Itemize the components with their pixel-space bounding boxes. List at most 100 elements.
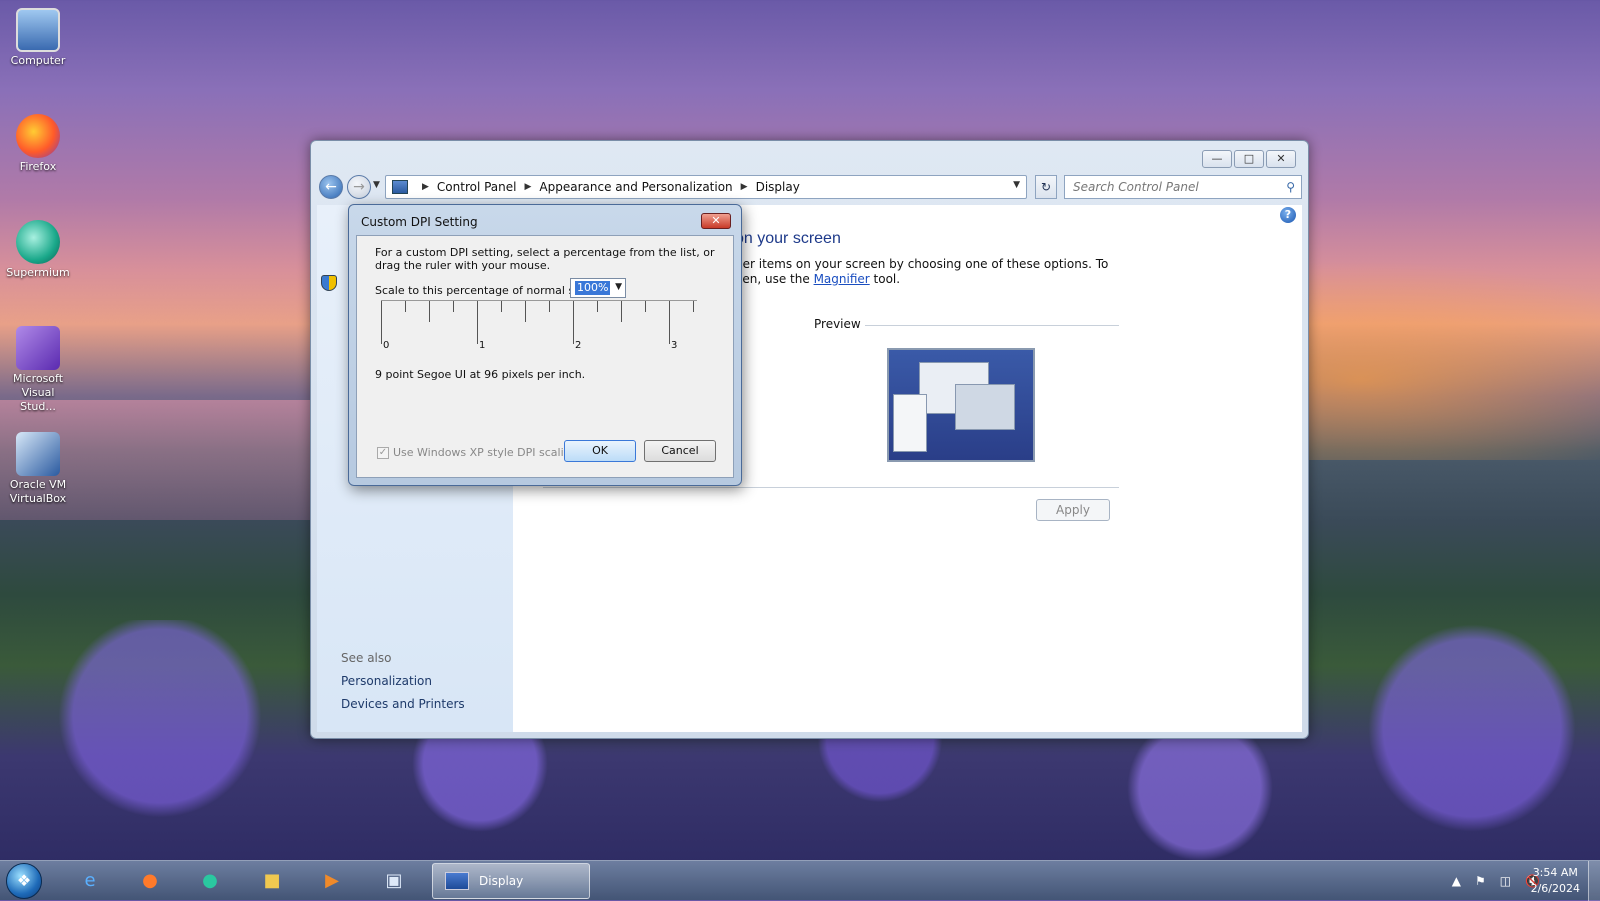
ruler-number: 1: [479, 340, 486, 351]
checkbox-check-icon[interactable]: ✓: [377, 446, 389, 459]
taskbar-display-button[interactable]: Display: [432, 863, 590, 899]
ruler-tick: [693, 300, 694, 312]
ruler-tick: [405, 300, 406, 312]
clock[interactable]: 3:54 AM 2/6/2024: [1531, 865, 1580, 897]
xp-scaling-checkbox[interactable]: ✓ Use Windows XP style DPI scaling: [377, 446, 578, 459]
windows-start-icon[interactable]: ❖: [6, 863, 42, 899]
ruler-number: 0: [383, 340, 390, 351]
ruler-number: 3: [671, 340, 678, 351]
ok-button[interactable]: OK: [564, 440, 636, 462]
ruler-tick: [645, 300, 646, 312]
maximize-icon[interactable]: □: [1234, 150, 1264, 168]
chevron-down-icon[interactable]: ▼: [615, 282, 622, 292]
link-personalization[interactable]: Personalization: [341, 674, 432, 688]
link-devices-and-printers[interactable]: Devices and Printers: [341, 697, 465, 711]
breadcrumb-chevron-icon[interactable]: ▶: [525, 182, 532, 192]
apply-button[interactable]: Apply: [1036, 499, 1110, 521]
dpi-ruler[interactable]: 0 1 2 3: [381, 300, 697, 364]
scale-value[interactable]: 100%: [575, 281, 611, 295]
address-dropdown-icon[interactable]: ▼: [1013, 180, 1020, 190]
instruction-line-2: drag the ruler with your mouse.: [375, 259, 551, 272]
show-hidden-icons-icon[interactable]: ▲: [1452, 874, 1461, 888]
file-explorer-icon[interactable]: ■: [250, 865, 294, 897]
preview-window-3: [893, 394, 927, 452]
ruler-tick: [381, 300, 382, 344]
uac-shield-icon: [321, 275, 337, 291]
preview-divider: [865, 325, 1119, 326]
action-center-flag-icon[interactable]: ⚑: [1475, 874, 1486, 888]
display-thumbnail-icon: [445, 872, 469, 890]
ruler-tick: [597, 300, 598, 312]
refresh-icon[interactable]: ↻: [1035, 175, 1057, 199]
control-panel-icon: [392, 180, 408, 194]
supermium-icon: [16, 220, 60, 264]
network-icon[interactable]: ◫: [1500, 874, 1511, 888]
desktop-icon-supermium[interactable]: Supermium: [4, 220, 72, 280]
system-tray: ▲ ⚑ ◫ 🔇: [1452, 861, 1540, 901]
description-text-end: tool.: [869, 272, 901, 286]
preview-label: Preview: [814, 317, 861, 331]
desktop-icon-firefox[interactable]: Firefox: [4, 114, 72, 174]
recent-pages-chevron-icon[interactable]: ▼: [373, 180, 380, 190]
taskbar-task-label: Display: [479, 874, 524, 888]
ruler-tick: [501, 300, 502, 312]
ruler-tick: [549, 300, 550, 312]
help-icon[interactable]: ?: [1280, 207, 1296, 223]
visual-studio-icon: [16, 326, 60, 370]
dialog-title: Custom DPI Setting: [361, 215, 478, 229]
navigation-bar: ← → ▼ ▶ Control Panel ▶ Appearance and P…: [319, 175, 1302, 201]
see-also-heading: See also: [341, 651, 392, 665]
ruler-tick: [621, 300, 622, 322]
firefox-icon[interactable]: ●: [128, 865, 172, 897]
address-bar[interactable]: ▶ Control Panel ▶ Appearance and Persona…: [385, 175, 1027, 199]
description-line-1: her items on your screen by choosing one…: [735, 257, 1109, 271]
ruler-number: 2: [575, 340, 582, 351]
desktop-icon-virtualbox[interactable]: Oracle VM VirtualBox: [4, 432, 72, 506]
internet-explorer-icon[interactable]: e: [68, 865, 112, 897]
ruler-tick: [669, 300, 670, 344]
close-icon[interactable]: ✕: [1266, 150, 1296, 168]
window-controls: — □ ✕: [1202, 150, 1296, 168]
minimize-icon[interactable]: —: [1202, 150, 1232, 168]
search-icon[interactable]: ⚲: [1286, 176, 1295, 198]
show-desktop-button[interactable]: [1588, 861, 1600, 901]
ruler-tick: [573, 300, 574, 344]
magnifier-link[interactable]: Magnifier: [814, 272, 870, 286]
desktop-icon-computer[interactable]: Computer: [4, 8, 72, 68]
cancel-button[interactable]: Cancel: [644, 440, 716, 462]
back-arrow-icon[interactable]: ←: [319, 175, 343, 199]
scale-label: Scale to this percentage of normal size:: [375, 284, 594, 297]
clock-time: 3:54 AM: [1532, 866, 1578, 879]
ruler-tick: [477, 300, 478, 344]
page-title: on your screen: [735, 230, 841, 247]
instruction-line-1: For a custom DPI setting, select a perce…: [375, 246, 715, 259]
virtualbox-icon[interactable]: ▣: [372, 865, 416, 897]
ruler-tick: [525, 300, 526, 322]
virtualbox-icon: [16, 432, 60, 476]
breadcrumb-control-panel[interactable]: Control Panel: [437, 180, 517, 194]
taskbar: ❖ e ● ● ■ ▶ ▣ Display ▲ ⚑ ◫ 🔇 3:54 AM 2/…: [0, 860, 1600, 901]
search-input[interactable]: Search Control Panel ⚲: [1064, 175, 1302, 199]
media-player-icon[interactable]: ▶: [310, 865, 354, 897]
ruler-tick: [453, 300, 454, 312]
dialog-close-icon[interactable]: ✕: [701, 213, 731, 229]
clock-date: 2/6/2024: [1530, 882, 1580, 895]
desktop-icon-visual-studio[interactable]: Microsoft Visual Stud...: [4, 326, 72, 414]
breadcrumb-appearance[interactable]: Appearance and Personalization: [539, 180, 732, 194]
description-text: een, use the: [735, 272, 814, 286]
preview-window-2: [955, 384, 1015, 430]
description-line-2: een, use the Magnifier tool.: [735, 272, 900, 286]
forward-arrow-icon[interactable]: →: [347, 175, 371, 199]
dialog-body: For a custom DPI setting, select a perce…: [356, 235, 734, 478]
ruler-baseline: [381, 300, 697, 301]
scale-select[interactable]: 100% ▼: [570, 278, 626, 298]
custom-dpi-dialog: Custom DPI Setting ✕ For a custom DPI se…: [348, 204, 742, 486]
font-description: 9 point Segoe UI at 96 pixels per inch.: [375, 368, 586, 381]
firefox-icon: [16, 114, 60, 158]
preview-image: [887, 348, 1035, 462]
search-placeholder: Search Control Panel: [1073, 180, 1199, 194]
supermium-icon[interactable]: ●: [188, 865, 232, 897]
breadcrumb-display[interactable]: Display: [756, 180, 800, 194]
breadcrumb-chevron-icon[interactable]: ▶: [741, 182, 748, 192]
breadcrumb-chevron-icon[interactable]: ▶: [422, 182, 429, 192]
